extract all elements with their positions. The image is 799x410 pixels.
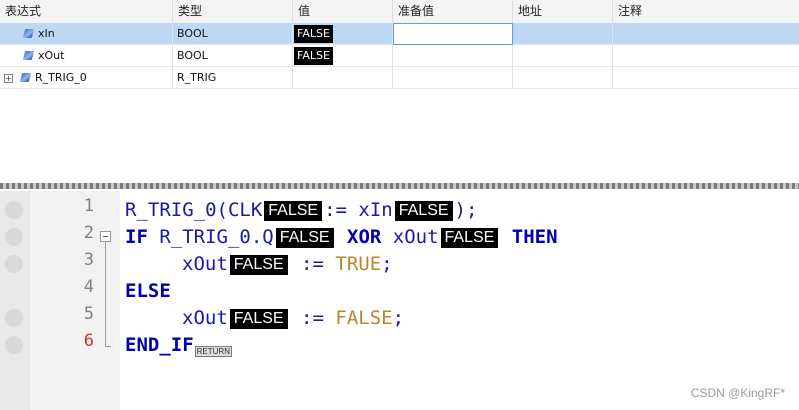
keyword-then: THEN	[511, 226, 558, 248]
code-text: xOut	[182, 307, 228, 329]
type-cell: BOOL	[173, 23, 293, 45]
value-cell	[293, 67, 393, 89]
expand-icon[interactable]: +	[4, 74, 13, 83]
type-cell: BOOL	[173, 45, 293, 67]
table-header: 表达式 类型 值 准备值 地址 注释	[0, 0, 799, 24]
col-header-comment[interactable]: 注释	[613, 0, 799, 23]
table-row[interactable]: xIn BOOL FALSE	[0, 23, 799, 45]
fold-end	[105, 346, 111, 347]
comment-cell[interactable]	[613, 67, 799, 89]
keyword-else: ELSE	[125, 280, 171, 302]
code-text: ;	[392, 307, 405, 329]
prepared-value-input[interactable]	[393, 45, 513, 67]
line-number: 3	[83, 250, 94, 270]
col-header-type[interactable]: 类型	[173, 0, 293, 23]
inline-value-badge: FALSE	[394, 201, 453, 221]
breakpoint-gutter[interactable]	[0, 191, 30, 410]
col-header-value[interactable]: 值	[293, 0, 393, 23]
keyword-xor: XOR	[347, 226, 382, 248]
value-badge: FALSE	[294, 47, 333, 65]
assign-operator: :=	[301, 253, 324, 275]
value-badge: FALSE	[294, 25, 333, 43]
literal-value: TRUE	[335, 253, 382, 275]
inline-value-badge: FALSE	[264, 201, 323, 221]
expression-label: xOut	[38, 49, 65, 62]
panel-splitter[interactable]	[0, 183, 799, 189]
line-number-current: 6	[83, 331, 94, 351]
expression-label: R_TRIG_0	[35, 71, 87, 84]
variable-icon	[22, 51, 35, 60]
code-text: R_TRIG_0.Q	[147, 226, 274, 248]
breakpoint-marker[interactable]	[5, 336, 23, 354]
breakpoint-marker[interactable]	[5, 201, 23, 219]
code-line-5[interactable]: xOut FALSE := FALSE;	[182, 306, 404, 330]
assign-operator: :=	[301, 307, 324, 329]
code-line-2[interactable]: IF R_TRIG_0.Q FALSE XOR xOut FALSE THEN	[125, 225, 558, 249]
line-number: 2	[83, 223, 94, 243]
code-text: ;	[381, 253, 393, 275]
code-line-1[interactable]: R_TRIG_0(CLK FALSE:= xIn FALSE);	[125, 198, 477, 222]
variable-icon	[22, 29, 35, 38]
keyword-end-if: END_IF	[125, 334, 194, 356]
address-cell	[513, 67, 613, 89]
inline-value-badge: FALSE	[275, 228, 334, 248]
code-text: xOut	[381, 226, 439, 248]
code-text: R_TRIG_0(CLK	[125, 199, 263, 221]
col-header-expression[interactable]: 表达式	[0, 0, 173, 23]
code-text: );	[454, 199, 478, 221]
inline-value-badge: FALSE	[229, 309, 288, 329]
comment-cell[interactable]	[613, 23, 799, 45]
breakpoint-marker[interactable]	[5, 228, 23, 246]
inline-value-badge: FALSE	[229, 255, 288, 275]
fold-line	[105, 242, 106, 346]
prepared-value-input[interactable]	[393, 67, 513, 89]
value-cell: FALSE	[293, 45, 393, 67]
function-block-icon	[19, 73, 32, 82]
code-text: := xIn	[324, 199, 393, 221]
expression-cell: xIn	[0, 23, 173, 45]
type-cell: R_TRIG	[173, 67, 293, 89]
fold-toggle-icon[interactable]	[100, 231, 111, 242]
breakpoint-marker[interactable]	[5, 309, 23, 327]
address-cell	[513, 45, 613, 67]
address-cell	[513, 23, 613, 45]
code-line-6[interactable]: END_IF RETURN	[125, 333, 232, 357]
table-row[interactable]: xOut BOOL FALSE	[0, 45, 799, 67]
breakpoint-marker[interactable]	[5, 255, 23, 273]
literal-value: FALSE	[335, 307, 393, 329]
code-editor[interactable]: 1 2 3 4 5 6 R_TRIG_0(CLK FALSE:= xIn FALSE…	[0, 191, 799, 410]
return-badge: RETURN	[194, 346, 232, 357]
expression-cell: + R_TRIG_0	[0, 67, 173, 89]
inline-value-badge: FALSE	[440, 228, 499, 248]
keyword-if: IF	[125, 226, 148, 248]
prepared-value-input[interactable]	[393, 23, 513, 45]
expression-cell: xOut	[0, 45, 173, 67]
value-cell: FALSE	[293, 23, 393, 45]
line-number: 1	[83, 196, 94, 216]
watch-table: 表达式 类型 值 准备值 地址 注释 xIn BOOL FALSE xOut B…	[0, 0, 799, 180]
col-header-address[interactable]: 地址	[513, 0, 613, 23]
col-header-prepared-value[interactable]: 准备值	[393, 0, 513, 23]
expression-label: xIn	[38, 27, 55, 40]
line-number: 4	[83, 277, 94, 297]
line-number: 5	[83, 304, 94, 324]
code-line-4[interactable]: ELSE	[125, 279, 171, 303]
watermark: CSDN @KingRF*	[690, 386, 785, 400]
comment-cell[interactable]	[613, 45, 799, 67]
table-row[interactable]: + R_TRIG_0 R_TRIG	[0, 67, 799, 89]
code-line-3[interactable]: xOut FALSE := TRUE;	[182, 252, 393, 276]
code-text: xOut	[182, 253, 228, 275]
